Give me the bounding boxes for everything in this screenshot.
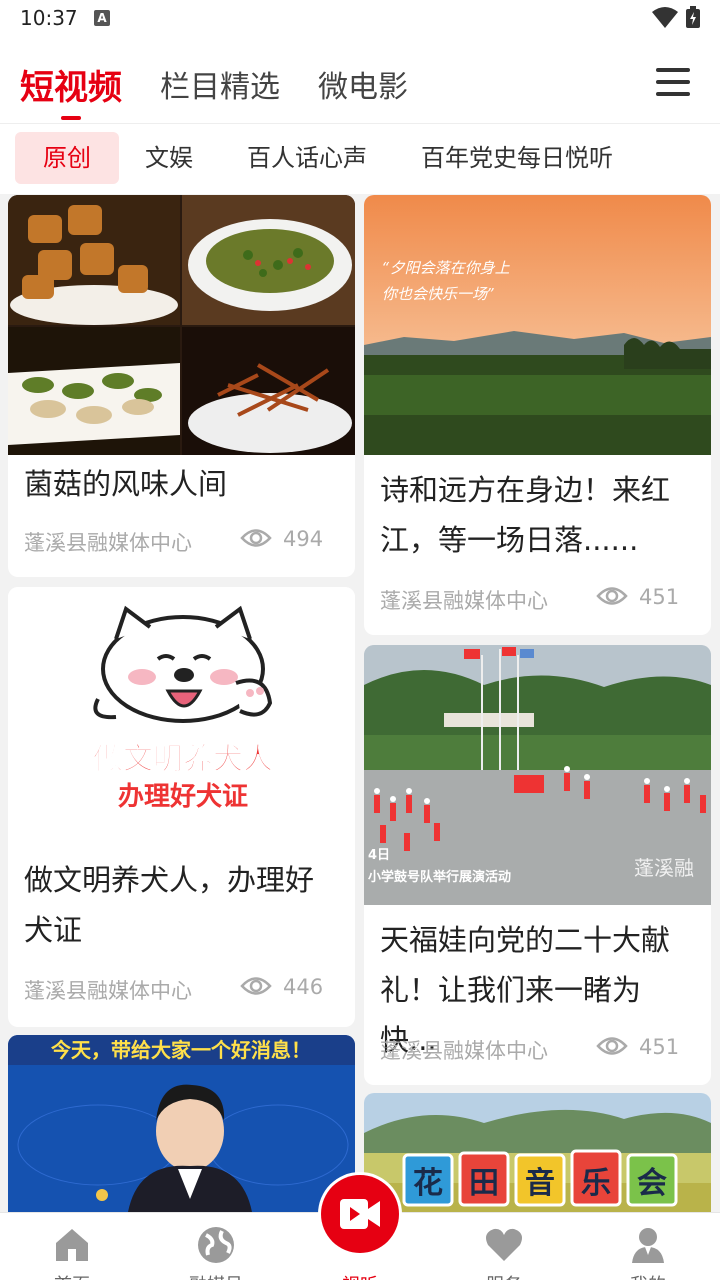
user-icon	[632, 1228, 664, 1263]
video-source: 蓬溪县融媒体中心	[380, 1039, 548, 1063]
top-tab-bar: 短视频 栏目精选 微电影	[0, 36, 720, 124]
video-card[interactable]: 菌菇的风味人间 蓬溪县融媒体中心 494	[8, 195, 355, 577]
thumbnail-overlay-text: “夕阳会落在你身上	[382, 259, 511, 277]
video-icon	[340, 1199, 380, 1229]
active-tab-indicator	[61, 116, 81, 120]
eye-icon	[596, 1037, 628, 1055]
nav-video-label: 视听	[288, 1271, 432, 1280]
video-card[interactable]: 今天，带给大家一个好消息！	[8, 1035, 355, 1212]
menu-icon[interactable]	[656, 68, 690, 98]
svg-text:会: 会	[637, 1166, 667, 1201]
eye-icon	[240, 529, 272, 547]
home-icon	[56, 1229, 88, 1261]
video-thumbnail: 做文明养犬人 办理好犬证	[8, 587, 355, 837]
eye-icon	[596, 587, 628, 605]
video-thumbnail: 4日 小学鼓号队举行展演活动 蓬溪融	[364, 645, 711, 905]
video-title: 菌菇的风味人间	[24, 467, 228, 501]
svg-text:办理好犬证: 办理好犬证	[118, 782, 248, 812]
svg-text:音: 音	[525, 1166, 555, 1201]
thumbnail-overlay-text: 今天，带给大家一个好消息！	[51, 1038, 311, 1062]
heart-icon	[486, 1228, 522, 1261]
video-source: 蓬溪县融媒体中心	[24, 531, 192, 555]
view-count: 451	[639, 1035, 680, 1059]
tab-short-video-label: 短视频	[20, 68, 122, 108]
video-thumbnail	[8, 195, 355, 455]
svg-text:小学鼓号队举行展演活动: 小学鼓号队举行展演活动	[368, 869, 511, 885]
nav-mine-label: 我的	[576, 1271, 720, 1280]
wifi-icon	[652, 7, 678, 28]
video-source: 蓬溪县融媒体中心	[380, 589, 548, 613]
video-thumbnail: “夕阳会落在你身上 你也会快乐一场”	[364, 195, 711, 455]
thumbnail-overlay-text: 4日	[368, 848, 390, 863]
tab-micro-film[interactable]: 微电影	[318, 62, 408, 106]
thumbnail-overlay-text: 做文明养犬人	[92, 742, 273, 777]
subtab-hundred-voices[interactable]: 百人话心声	[219, 132, 395, 184]
subtab-original[interactable]: 原创	[15, 132, 119, 184]
watermark-text: 蓬溪融	[634, 856, 694, 880]
status-time: 10:37	[20, 6, 78, 30]
video-title: 诗和远方在身边！来红江，等一场日落......	[380, 473, 671, 557]
video-card[interactable]: 做文明养犬人 办理好犬证 做文明养犬人，办理好犬证 蓬溪县融媒体中心 446	[8, 587, 355, 1027]
svg-text:乐: 乐	[581, 1166, 611, 1201]
video-card[interactable]: “夕阳会落在你身上 你也会快乐一场” 诗和远方在身边！来红江，等一场日落....…	[364, 195, 711, 635]
notification-a-icon: A	[94, 10, 110, 26]
view-count: 451	[639, 585, 680, 609]
thumbnail-overlay-text: 花	[413, 1166, 443, 1201]
tab-column-selection[interactable]: 栏目精选	[160, 62, 280, 106]
view-count: 494	[283, 527, 324, 551]
nav-service-label: 服务	[432, 1271, 576, 1280]
sub-tab-bar: 原创 文娱 百人话心声 百年党史每日悦听	[0, 124, 720, 194]
eye-icon	[240, 977, 272, 995]
subtab-party-history[interactable]: 百年党史每日悦听	[393, 132, 641, 184]
video-center-button[interactable]	[318, 1172, 402, 1256]
video-title: 做文明养犬人，办理好犬证	[24, 863, 315, 947]
nav-media-label: 融媒号	[144, 1271, 288, 1280]
view-count: 446	[283, 975, 324, 999]
video-card[interactable]: 花 田 音 乐 会	[364, 1093, 711, 1212]
status-bar: 10:37 A	[0, 0, 720, 36]
nav-home-label: 首页	[0, 1271, 144, 1280]
video-thumbnail: 今天，带给大家一个好消息！	[8, 1035, 355, 1212]
tab-short-video[interactable]: 短视频	[20, 60, 122, 120]
battery-icon	[686, 6, 700, 28]
subtab-entertainment[interactable]: 文娱	[117, 132, 221, 184]
svg-text:田: 田	[469, 1166, 499, 1201]
globe-icon	[198, 1227, 234, 1263]
video-source: 蓬溪县融媒体中心	[24, 979, 192, 1003]
video-thumbnail: 花 田 音 乐 会	[364, 1093, 711, 1212]
svg-text:你也会快乐一场”: 你也会快乐一场”	[382, 285, 495, 303]
video-card[interactable]: 4日 小学鼓号队举行展演活动 蓬溪融 天福娃向党的二十大献礼！让我们来一睹为快.…	[364, 645, 711, 1085]
